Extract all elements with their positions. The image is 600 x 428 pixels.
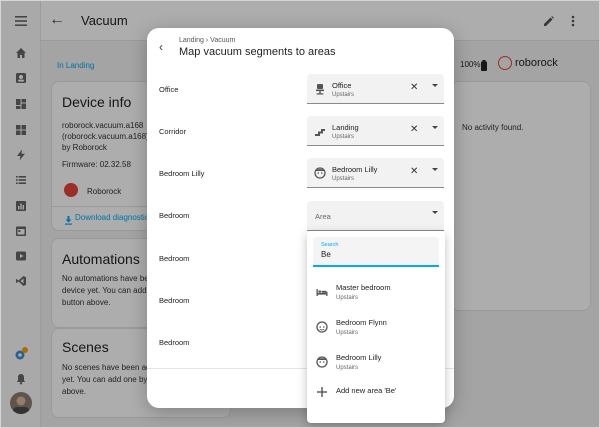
option-floor: Upstairs bbox=[336, 330, 359, 336]
dropdown-caret-icon[interactable] bbox=[432, 211, 438, 214]
face-icon bbox=[316, 321, 328, 333]
stairs-icon bbox=[313, 124, 327, 138]
dropdown-caret-icon[interactable] bbox=[432, 168, 438, 171]
segment-label-corridor: Corridor bbox=[159, 127, 187, 136]
clear-icon[interactable]: ✕ bbox=[410, 124, 418, 135]
area-option[interactable]: Bedroom Lilly Upstairs bbox=[307, 346, 445, 378]
add-new-area-option[interactable]: Add new area 'Be' bbox=[307, 376, 445, 408]
segment-label-bedroom-lilly: Bedroom Lilly bbox=[159, 169, 205, 178]
breadcrumb-area: Landing bbox=[179, 37, 204, 44]
option-floor: Upstairs bbox=[336, 295, 359, 301]
area-select-bedroom[interactable]: Area bbox=[307, 201, 444, 231]
search-label: Search bbox=[321, 242, 339, 248]
plus-icon bbox=[316, 386, 328, 398]
selected-area-name: Office bbox=[332, 81, 352, 90]
dropdown-caret-icon[interactable] bbox=[432, 126, 438, 129]
app-window: ← Vacuum In Landing 100% roborock Device… bbox=[0, 0, 600, 428]
office-chair-icon bbox=[313, 82, 327, 96]
dialog-title: Map vacuum segments to areas bbox=[179, 46, 336, 58]
dropdown-caret-icon[interactable] bbox=[432, 84, 438, 87]
segment-label-office: Office bbox=[159, 85, 179, 94]
bed-icon bbox=[316, 286, 328, 298]
clear-icon[interactable]: ✕ bbox=[410, 166, 418, 177]
option-name: Bedroom Lilly bbox=[336, 353, 382, 362]
option-floor: Upstairs bbox=[336, 365, 359, 371]
area-dropdown-menu: Search Master bedroom Upstairs Bedroom F… bbox=[307, 231, 445, 423]
selected-area-floor: Upstairs bbox=[332, 92, 355, 98]
option-name: Add new area 'Be' bbox=[336, 386, 397, 395]
area-placeholder: Area bbox=[315, 212, 331, 221]
area-select-corridor[interactable]: Landing Upstairs ✕ bbox=[307, 116, 444, 146]
option-name: Master bedroom bbox=[336, 283, 391, 292]
face-icon bbox=[316, 356, 328, 368]
breadcrumb-separator: › bbox=[205, 37, 209, 44]
segment-label-bedroom: Bedroom bbox=[159, 254, 190, 263]
selected-area-floor: Upstairs bbox=[332, 176, 355, 182]
breadcrumb: Landing › Vacuum bbox=[179, 37, 235, 44]
breadcrumb-device: Vacuum bbox=[210, 37, 236, 44]
segment-label-bedroom: Bedroom bbox=[159, 211, 190, 220]
selected-area-name: Landing bbox=[332, 123, 359, 132]
area-option[interactable]: Master bedroom Upstairs bbox=[307, 276, 445, 308]
area-option[interactable]: Bedroom Flynn Upstairs bbox=[307, 311, 445, 343]
dialog-back-icon[interactable]: ‹ bbox=[159, 40, 163, 54]
search-input[interactable] bbox=[321, 250, 431, 259]
area-select-office[interactable]: Office Upstairs ✕ bbox=[307, 74, 444, 104]
area-select-bedroom-lilly[interactable]: Bedroom Lilly Upstairs ✕ bbox=[307, 158, 444, 188]
segment-label-bedroom: Bedroom bbox=[159, 296, 190, 305]
selected-area-name: Bedroom Lilly bbox=[332, 165, 378, 174]
selected-area-floor: Upstairs bbox=[332, 134, 355, 140]
segment-label-bedroom: Bedroom bbox=[159, 338, 190, 347]
option-name: Bedroom Flynn bbox=[336, 318, 387, 327]
face-icon bbox=[313, 166, 327, 180]
area-search-field[interactable]: Search bbox=[313, 237, 439, 267]
clear-icon[interactable]: ✕ bbox=[410, 82, 418, 93]
